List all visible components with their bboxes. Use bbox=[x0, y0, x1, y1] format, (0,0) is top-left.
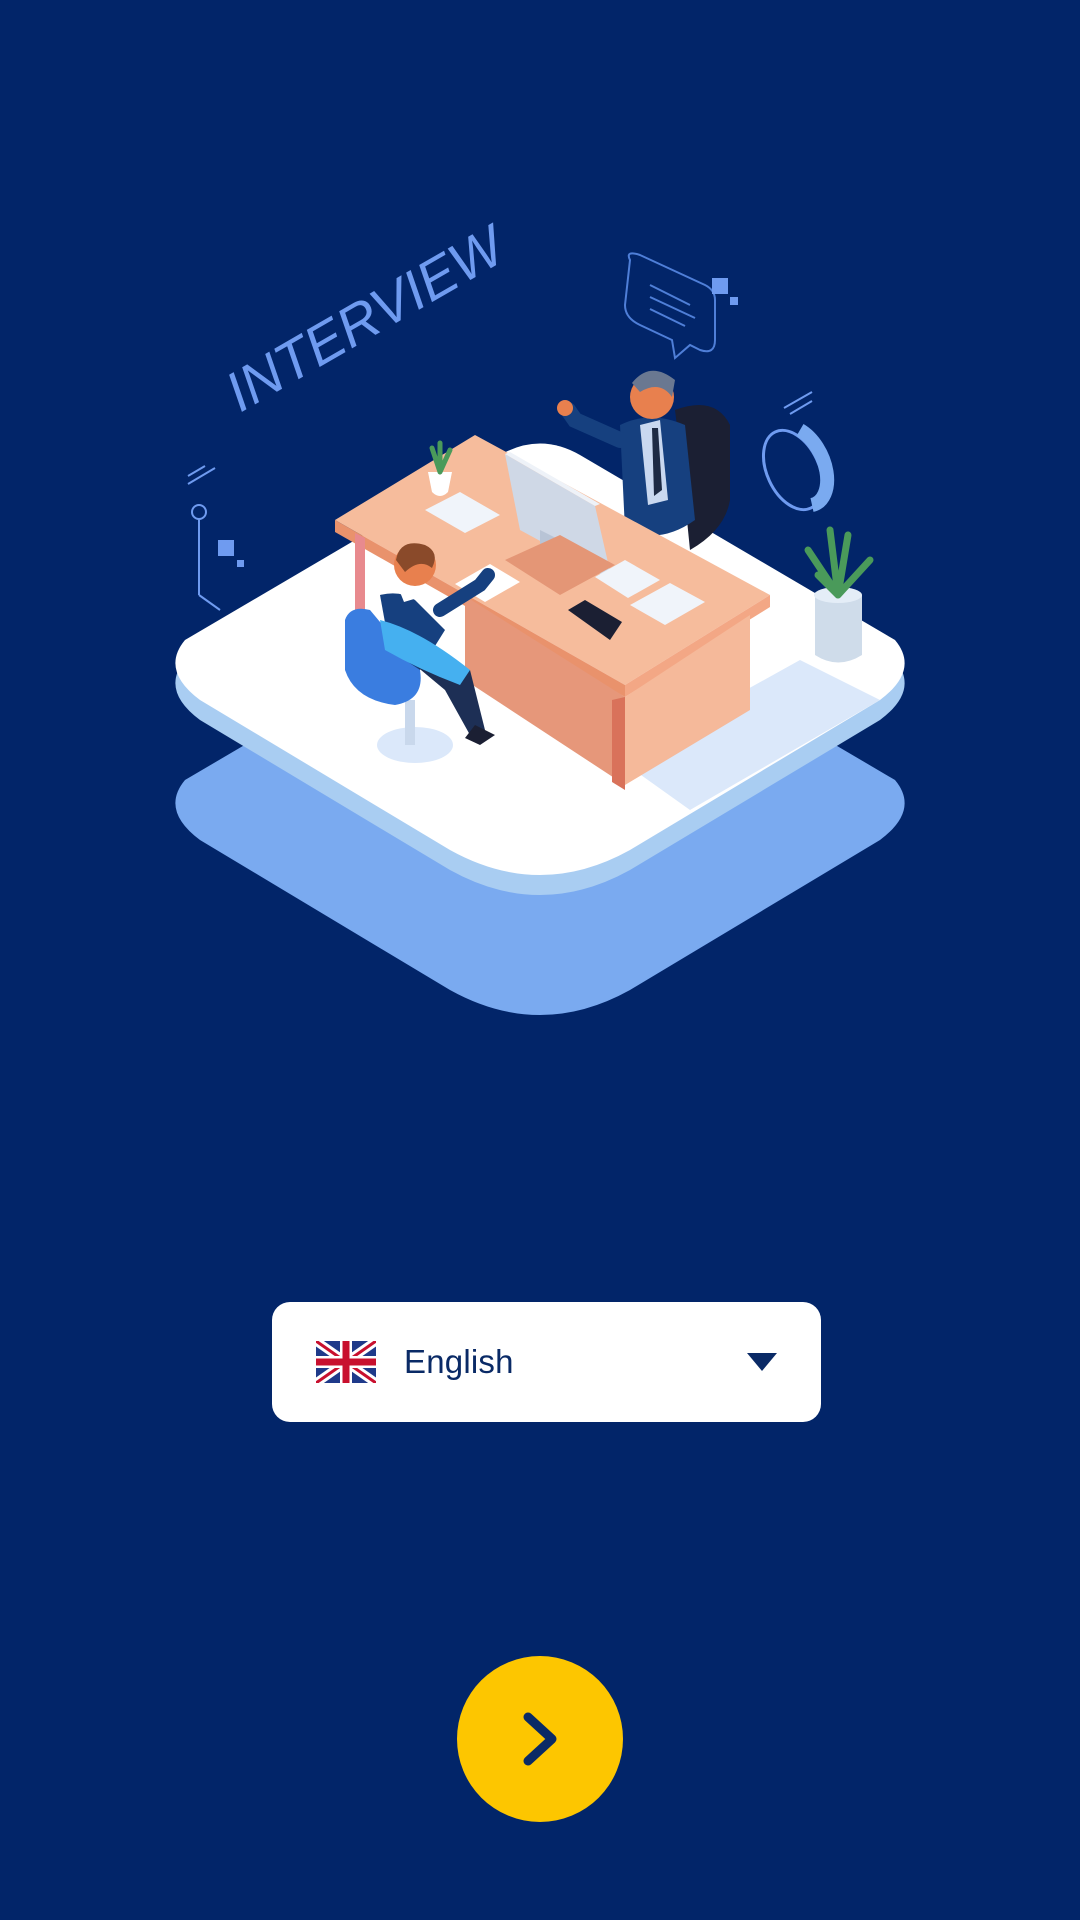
language-label: English bbox=[404, 1343, 514, 1380]
donut-icon bbox=[761, 423, 835, 512]
plant-decoration bbox=[804, 526, 874, 663]
language-select[interactable]: English bbox=[272, 1302, 821, 1422]
decor-left-lines bbox=[187, 465, 221, 611]
chat-bubble-icon bbox=[623, 252, 716, 360]
chevron-right-icon bbox=[523, 1712, 557, 1766]
onboarding-screen: INTERVIEW English bbox=[0, 0, 1080, 1920]
interview-headline: INTERVIEW bbox=[215, 211, 520, 423]
uk-flag-icon bbox=[316, 1341, 376, 1383]
caret-down-icon bbox=[747, 1353, 777, 1371]
interview-illustration: INTERVIEW bbox=[175, 211, 905, 1015]
next-button[interactable] bbox=[457, 1656, 623, 1822]
